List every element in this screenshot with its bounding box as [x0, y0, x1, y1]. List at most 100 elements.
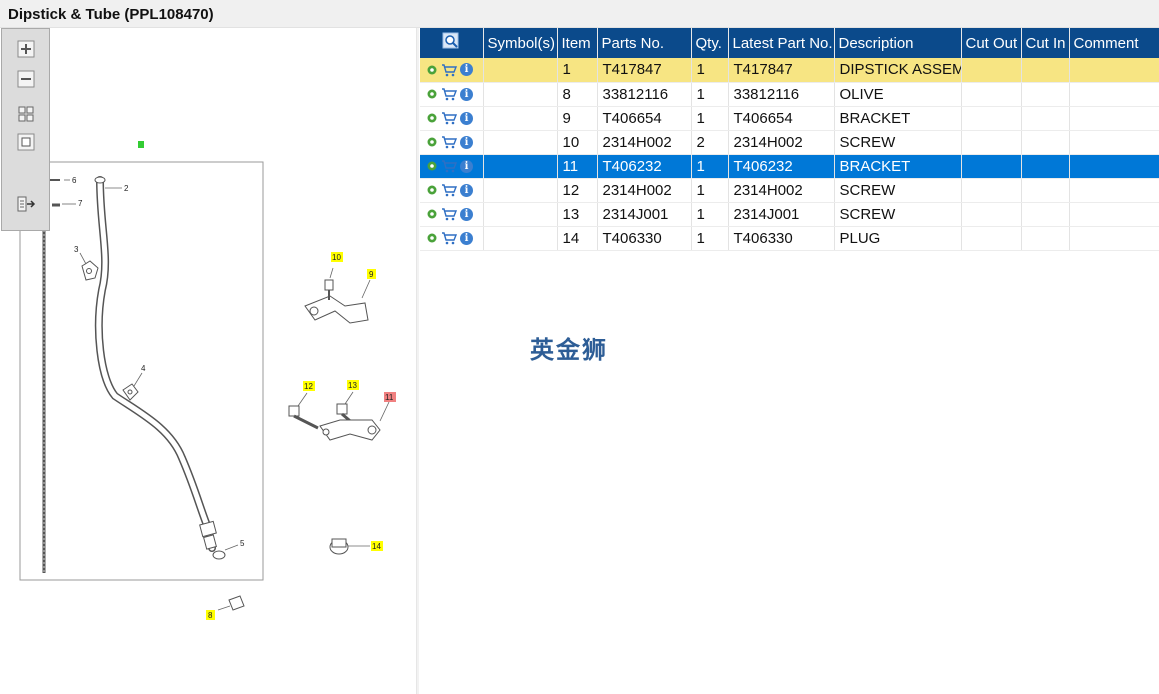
- cell-item: 9: [557, 106, 598, 131]
- cart-icon[interactable]: [441, 231, 457, 245]
- gear-icon[interactable]: [426, 160, 438, 172]
- table-row[interactable]: i 11 T406232 1 T406232 BRACKET: [420, 154, 1159, 179]
- cart-icon[interactable]: [441, 87, 457, 101]
- gear-icon[interactable]: [426, 136, 438, 148]
- column-header-latest-part-no[interactable]: Latest Part No.: [728, 28, 835, 58]
- cell-symbols: [483, 154, 558, 179]
- cell-comment: [1069, 154, 1159, 179]
- info-icon[interactable]: i: [460, 207, 473, 221]
- zoom-in-button[interactable]: [16, 39, 36, 59]
- cell-symbols: [483, 58, 558, 83]
- cell-description: SCREW: [834, 130, 962, 155]
- gear-icon[interactable]: [426, 64, 438, 76]
- cell-cut-out: [961, 58, 1022, 83]
- table-row[interactable]: i 1 T417847 1 T417847 DIPSTICK ASSEMB: [420, 58, 1159, 83]
- fit-page-button[interactable]: [16, 104, 36, 124]
- info-icon[interactable]: i: [460, 183, 473, 197]
- cart-icon[interactable]: [441, 159, 457, 173]
- row-actions-cell: i: [420, 82, 484, 107]
- parts-table: Symbol(s) Item Parts No. Qty. Latest Par…: [420, 28, 1159, 251]
- cell-part-no: T417847: [597, 58, 692, 83]
- cell-cut-in: [1021, 178, 1070, 203]
- column-header-cut-in[interactable]: Cut In: [1021, 28, 1070, 58]
- gear-icon[interactable]: [426, 208, 438, 220]
- cell-latest-part-no: T406654: [728, 106, 835, 131]
- cell-qty: 1: [691, 226, 729, 251]
- cell-symbols: [483, 226, 558, 251]
- export-button[interactable]: [16, 194, 36, 214]
- gear-icon[interactable]: [426, 184, 438, 196]
- column-header-parts-no[interactable]: Parts No.: [597, 28, 692, 58]
- cell-cut-in: [1021, 130, 1070, 155]
- column-header-item[interactable]: Item: [557, 28, 598, 58]
- column-header-description[interactable]: Description: [834, 28, 962, 58]
- cell-qty: 1: [691, 82, 729, 107]
- info-icon[interactable]: i: [460, 111, 473, 125]
- cell-latest-part-no: 33812116: [728, 82, 835, 107]
- fit-page-icon: [18, 106, 34, 122]
- cell-comment: [1069, 202, 1159, 227]
- cell-description: PLUG: [834, 226, 962, 251]
- row-actions-cell: i: [420, 226, 484, 251]
- table-row[interactable]: i 8 33812116 1 33812116 OLIVE: [420, 82, 1159, 107]
- zoom-out-button[interactable]: [16, 69, 36, 89]
- cart-icon[interactable]: [441, 111, 457, 125]
- callout-7: 7: [78, 199, 83, 208]
- column-header-comment[interactable]: Comment: [1069, 28, 1159, 58]
- gear-icon[interactable]: [426, 232, 438, 244]
- cell-item: 8: [557, 82, 598, 107]
- cell-cut-in: [1021, 154, 1070, 179]
- cell-comment: [1069, 178, 1159, 203]
- info-icon[interactable]: i: [460, 135, 473, 149]
- column-header-cut-out[interactable]: Cut Out: [961, 28, 1022, 58]
- cell-part-no: T406654: [597, 106, 692, 131]
- row-actions-cell: i: [420, 106, 484, 131]
- cell-part-no: 2314J001: [597, 202, 692, 227]
- cart-icon[interactable]: [441, 63, 457, 77]
- table-row[interactable]: i 13 2314J001 1 2314J001 SCREW: [420, 202, 1159, 227]
- table-row[interactable]: i 10 2314H002 2 2314H002 SCREW: [420, 130, 1159, 155]
- cart-icon[interactable]: [441, 183, 457, 197]
- callout-2: 2: [124, 184, 129, 193]
- exploded-diagram[interactable]: 2 3 4 5 6 7 10 9 12 13 11 14 8: [0, 28, 416, 694]
- pane-splitter[interactable]: [416, 28, 419, 694]
- window-title: Dipstick & Tube (PPL108470): [8, 6, 214, 23]
- info-icon[interactable]: i: [460, 87, 473, 101]
- cell-part-no: 33812116: [597, 82, 692, 107]
- column-header-qty[interactable]: Qty.: [691, 28, 729, 58]
- cart-icon[interactable]: [441, 135, 457, 149]
- info-icon[interactable]: i: [460, 63, 473, 77]
- column-header-actions[interactable]: [420, 28, 484, 58]
- cell-item: 14: [557, 226, 598, 251]
- callout-14: 14: [372, 542, 381, 551]
- parts-list-pane: Symbol(s) Item Parts No. Qty. Latest Par…: [420, 28, 1159, 694]
- gear-icon[interactable]: [426, 88, 438, 100]
- table-row[interactable]: i 12 2314H002 1 2314H002 SCREW: [420, 178, 1159, 203]
- gear-icon[interactable]: [426, 112, 438, 124]
- callout-1-marker: [138, 141, 144, 148]
- cell-part-no: T406330: [597, 226, 692, 251]
- callout-10: 10: [332, 253, 341, 262]
- screw-10: [324, 279, 334, 291]
- cell-latest-part-no: T406330: [728, 226, 835, 251]
- olive-ring-5: [212, 550, 226, 560]
- cart-icon[interactable]: [441, 207, 457, 221]
- zoom-toolbar: [1, 28, 50, 231]
- info-icon[interactable]: i: [460, 231, 473, 245]
- table-row[interactable]: i 9 T406654 1 T406654 BRACKET: [420, 106, 1159, 131]
- callout-5: 5: [240, 539, 245, 548]
- cell-description: DIPSTICK ASSEMB: [834, 58, 962, 83]
- cell-description: BRACKET: [834, 154, 962, 179]
- table-row[interactable]: i 14 T406330 1 T406330 PLUG: [420, 226, 1159, 251]
- cell-comment: [1069, 130, 1159, 155]
- callout-4: 4: [141, 364, 146, 373]
- cell-cut-in: [1021, 202, 1070, 227]
- watermark-text: 英金狮: [530, 336, 608, 364]
- diagram-pane[interactable]: 2 3 4 5 6 7 10 9 12 13 11 14 8: [0, 28, 416, 694]
- cell-cut-in: [1021, 226, 1070, 251]
- info-icon[interactable]: i: [460, 159, 473, 173]
- cell-item: 10: [557, 130, 598, 155]
- actual-size-button[interactable]: [16, 132, 36, 152]
- row-actions-cell: i: [420, 130, 484, 155]
- column-header-symbols[interactable]: Symbol(s): [483, 28, 558, 58]
